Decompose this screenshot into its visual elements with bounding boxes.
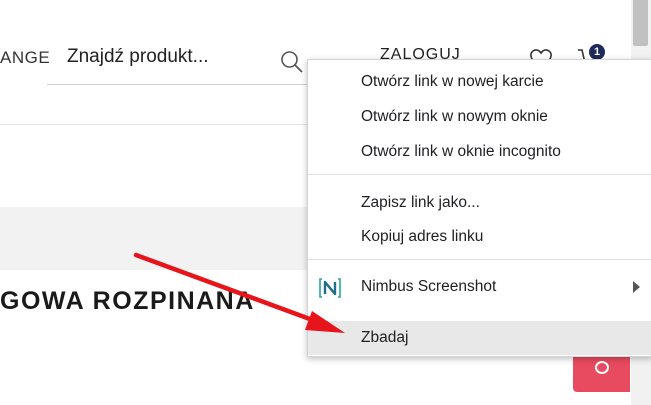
annotation-arrow (133, 252, 345, 333)
